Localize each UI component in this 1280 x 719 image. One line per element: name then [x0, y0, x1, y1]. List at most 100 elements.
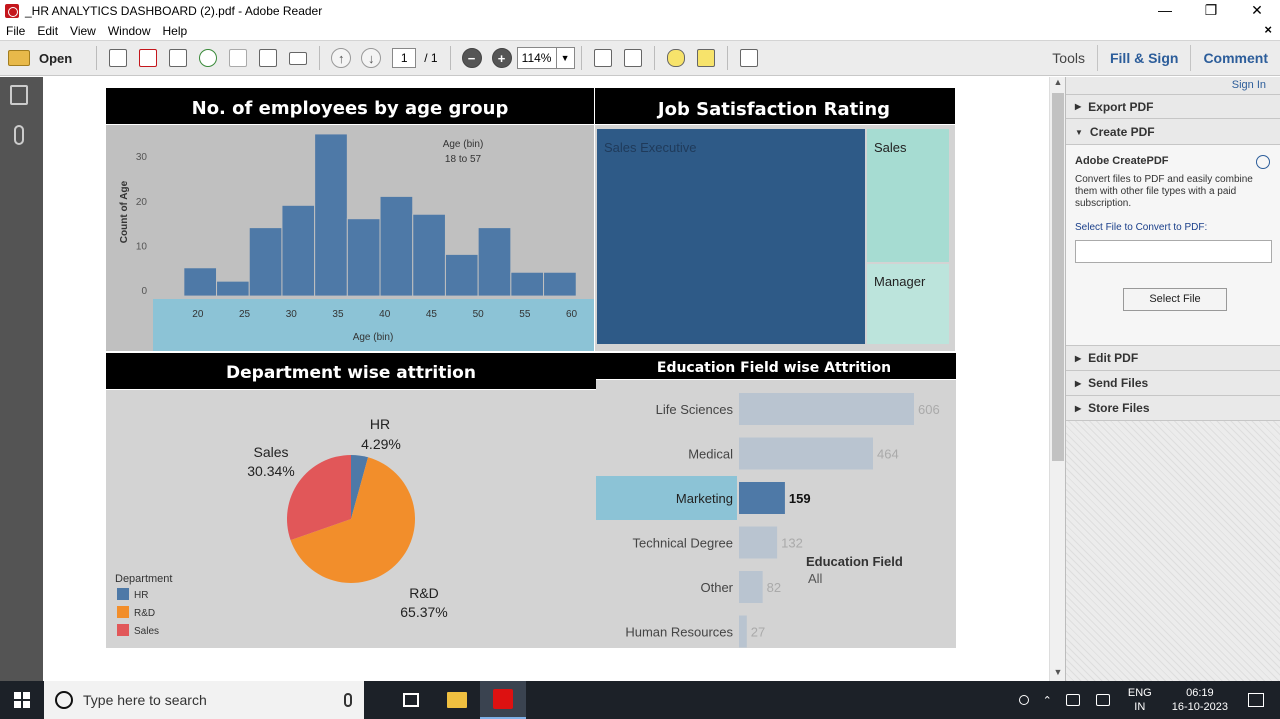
plus-icon: +	[497, 50, 506, 66]
next-page-button[interactable]: ↓	[361, 48, 382, 68]
previous-page-button[interactable]: ↑	[331, 48, 352, 68]
sign-in-link[interactable]: Sign In	[1232, 79, 1266, 91]
edu-value-label: 132	[781, 536, 803, 551]
taskbar-search[interactable]: Type here to search	[44, 681, 364, 719]
menu-view[interactable]: View	[64, 24, 102, 38]
section-edit-pdf[interactable]: ▶ Edit PDF	[1066, 346, 1280, 371]
edit-icon	[169, 49, 188, 67]
edu-bar-2	[739, 482, 785, 514]
select-file-button[interactable]: Select File	[1123, 288, 1227, 311]
close-button[interactable]: ✕	[1234, 0, 1280, 22]
start-button[interactable]	[0, 681, 44, 719]
edu-category-label: Technical Degree	[633, 536, 733, 551]
toolbar: Open ↑ ↓ 1 / 1 − + 114% ▼ Tools Fill & S…	[0, 40, 1280, 76]
combine-button[interactable]	[135, 45, 161, 71]
full-screen-button[interactable]	[736, 45, 762, 71]
age-y-tick: 0	[141, 286, 147, 297]
edu-filter-value[interactable]: All	[808, 571, 823, 586]
comment-tab[interactable]: Comment	[1191, 50, 1280, 66]
age-legend-range: 18 to 57	[445, 154, 482, 165]
menu-window[interactable]: Window	[102, 24, 157, 38]
notifications-icon[interactable]	[1248, 693, 1264, 707]
upload-button[interactable]	[195, 45, 221, 71]
windows-logo-icon	[14, 692, 30, 708]
edu-bar-0	[739, 393, 914, 425]
age-y-tick: 10	[136, 241, 148, 252]
zoom-out-button[interactable]: −	[461, 48, 482, 68]
input-language[interactable]: ENG IN	[1128, 686, 1152, 714]
attachments-icon[interactable]	[14, 125, 24, 145]
vertical-scrollbar[interactable]: ▲ ▼	[1049, 77, 1065, 681]
toolbar-separator	[449, 46, 451, 70]
age-y-tick: 20	[136, 197, 148, 208]
dashboard-canvas: No. of employees by age group 0 10 20 30 20 2…	[106, 88, 956, 648]
sticky-note-button[interactable]	[663, 45, 689, 71]
info-icon[interactable]	[1256, 155, 1270, 169]
zoom-level-input[interactable]: 114%	[516, 47, 557, 69]
fill-sign-tab[interactable]: Fill & Sign	[1098, 50, 1190, 66]
section-create-pdf[interactable]: ▼ Create PDF	[1066, 120, 1280, 145]
edu-category-label: Medical	[688, 447, 733, 462]
file-path-input[interactable]	[1075, 240, 1272, 263]
menu-file[interactable]: File	[0, 24, 31, 38]
wifi-icon[interactable]	[1065, 694, 1080, 706]
zoom-in-button[interactable]: +	[491, 48, 512, 68]
taskbar-clock[interactable]: 06:19 16-10-2023	[1172, 686, 1228, 714]
section-label: Export PDF	[1088, 99, 1154, 114]
pie-label-rd-pct: 65.37%	[400, 604, 447, 620]
age-bar-2	[248, 227, 283, 297]
save-button[interactable]	[225, 45, 251, 71]
edu-bar-3	[739, 526, 778, 559]
task-view-button[interactable]	[388, 681, 434, 719]
page-total: / 1	[424, 51, 438, 65]
page-thumbnails-icon[interactable]	[10, 85, 28, 105]
create-pdf-title: Adobe CreatePDF	[1075, 155, 1169, 167]
scroll-down-icon[interactable]: ▼	[1050, 667, 1066, 681]
treemap-label-manager: Manager	[874, 274, 926, 289]
fit-width-icon	[623, 49, 642, 67]
age-bar-1	[216, 280, 250, 297]
chevron-up-icon[interactable]: ⌃	[1043, 694, 1052, 707]
create-pdf-body: Adobe CreatePDF Convert files to PDF and…	[1066, 145, 1280, 346]
menu-help[interactable]: Help	[157, 24, 194, 38]
minimize-button[interactable]: —	[1142, 0, 1188, 22]
age-x-tick: 40	[379, 309, 391, 320]
battery-icon[interactable]	[1095, 694, 1110, 706]
toolbar-separator	[580, 46, 582, 70]
edu-value-label: 606	[918, 402, 940, 417]
menu-bar: File Edit View Window Help ×	[0, 22, 1280, 40]
microphone-icon[interactable]	[344, 693, 352, 707]
file-explorer-button[interactable]	[434, 681, 480, 719]
edit-button[interactable]	[165, 45, 191, 71]
section-export-pdf[interactable]: ▶ Export PDF	[1066, 94, 1280, 119]
email-button[interactable]	[285, 45, 311, 71]
close-document-button[interactable]: ×	[1264, 22, 1272, 37]
edu-category-label: Life Sciences	[656, 402, 734, 417]
folder-icon	[8, 50, 30, 66]
edu-bar-4	[739, 571, 763, 603]
adobe-reader-taskbar-button[interactable]	[480, 681, 526, 719]
page-number-input[interactable]: 1	[392, 48, 417, 68]
section-send-files[interactable]: ▶ Send Files	[1066, 371, 1280, 396]
section-label: Store Files	[1088, 401, 1150, 415]
fit-width-button[interactable]	[620, 45, 646, 71]
open-label: Open	[39, 50, 73, 66]
create-pdf-button[interactable]	[105, 45, 131, 71]
edu-category-label: Marketing	[676, 491, 733, 506]
section-store-files[interactable]: ▶ Store Files	[1066, 396, 1280, 421]
document-view: No. of employees by age group 0 10 20 30 20 2…	[43, 77, 1049, 681]
scroll-up-icon[interactable]: ▲	[1050, 77, 1066, 91]
open-button[interactable]: Open	[8, 50, 72, 66]
menu-edit[interactable]: Edit	[31, 24, 64, 38]
treemap-cell-sales-executive	[597, 129, 865, 344]
print-button[interactable]	[255, 45, 281, 71]
people-icon[interactable]	[1018, 695, 1029, 705]
restore-button[interactable]: ❐	[1188, 0, 1234, 22]
zoom-dropdown-button[interactable]: ▼	[556, 47, 575, 69]
tools-tab[interactable]: Tools	[1040, 50, 1097, 66]
highlight-button[interactable]	[693, 45, 719, 71]
fit-page-button[interactable]	[590, 45, 616, 71]
scrollbar-thumb[interactable]	[1052, 93, 1064, 461]
arrow-down-icon: ↓	[367, 50, 375, 66]
window-title: _HR ANALYTICS DASHBOARD (2).pdf - Adobe …	[25, 4, 323, 18]
